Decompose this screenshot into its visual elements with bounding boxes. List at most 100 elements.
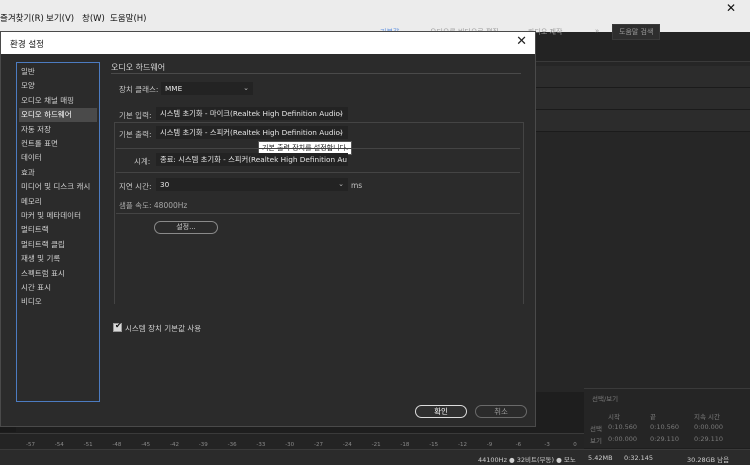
- ruler-tick: -54: [54, 442, 64, 448]
- view-end[interactable]: 0:29.110: [650, 435, 679, 443]
- menu-window[interactable]: 창(W): [82, 12, 105, 24]
- category-item[interactable]: 효과: [19, 166, 97, 180]
- selection-end[interactable]: 0:10.560: [650, 423, 679, 431]
- device-class-value: MME: [165, 84, 183, 93]
- cancel-button[interactable]: 취소: [475, 405, 527, 418]
- ruler-tick: -48: [112, 442, 122, 448]
- ruler-tick: -42: [170, 442, 179, 448]
- ruler-tick: -24: [342, 442, 352, 448]
- status-format: 44100Hz ● 32비트(부동) ● 모노: [478, 456, 576, 464]
- ok-button[interactable]: 확인: [415, 405, 467, 418]
- clock-value: 종료: 시스템 초기화 - 스피커(Realtek High Definitio…: [160, 155, 348, 164]
- latency-label: 지연 시간:: [119, 182, 152, 191]
- ruler-tick: 0: [573, 442, 577, 448]
- chevron-down-icon: ⌄: [338, 180, 344, 188]
- chevron-down-icon: ⌄: [338, 109, 344, 117]
- category-item[interactable]: 미디어 및 디스크 캐시: [19, 180, 97, 194]
- ruler-tick: -45: [141, 442, 151, 448]
- view-start[interactable]: 0:00.000: [608, 435, 637, 443]
- ruler-tick: -21: [371, 442, 381, 448]
- default-output-label: 기본 출력:: [119, 130, 152, 139]
- status-bar: 44100Hz ● 32비트(부동) ● 모노 5.42MB 0:32.145 …: [0, 449, 750, 465]
- category-item[interactable]: 마커 및 메타데이터: [19, 209, 97, 223]
- selection-header-start: 시작: [608, 413, 620, 421]
- latency-select[interactable]: 30 ⌄: [156, 178, 348, 191]
- window-close-icon[interactable]: ✕: [712, 0, 750, 16]
- workspace-overflow-icon[interactable]: »: [595, 27, 599, 35]
- background-row: [536, 66, 750, 88]
- latency-value: 30: [160, 180, 170, 189]
- status-free-space: 30.28GB 남음: [687, 456, 730, 464]
- view-duration[interactable]: 0:29.110: [694, 435, 723, 443]
- dialog-close-icon[interactable]: ✕: [516, 35, 527, 49]
- ruler-tick: -12: [458, 442, 467, 448]
- menu-favorites[interactable]: 즐겨찾기(R): [0, 12, 44, 24]
- default-input-value: 시스템 초기화 - 마이크(Realtek High Definition Au…: [160, 109, 343, 118]
- preferences-dialog: 환경 설정 ✕ 일반 모양 오디오 채널 매핑 오디오 하드웨어 자동 저장 컨트롤 표면…: [0, 31, 536, 427]
- use-system-default-label[interactable]: 시스템 장치 기본값 사용: [125, 323, 201, 334]
- background-row: [536, 110, 750, 132]
- category-item[interactable]: 메모리: [19, 195, 97, 209]
- category-item[interactable]: 멀티트랙 클립: [19, 238, 97, 252]
- category-item[interactable]: 멀티트랙: [19, 223, 97, 237]
- settings-button[interactable]: 설정...: [154, 221, 218, 234]
- sample-rate-text: 샘플 속도: 48000Hz: [119, 201, 188, 210]
- selection-view-panel: 선택/보기 시작 끝 지속 시간 선택 0:10.560 0:10.560 0:…: [584, 388, 750, 448]
- selection-row-label: 선택: [590, 425, 602, 433]
- divider: [116, 148, 520, 149]
- category-item[interactable]: 재생 및 기록: [19, 252, 97, 266]
- ruler-tick: -33: [256, 442, 266, 448]
- default-output-value: 시스템 초기화 - 스피커(Realtek High Definition Au…: [160, 128, 343, 137]
- selection-start[interactable]: 0:10.560: [608, 423, 637, 431]
- dialog-titlebar: 환경 설정 ✕: [1, 32, 535, 54]
- default-output-select[interactable]: 시스템 초기화 - 스피커(Realtek High Definition Au…: [156, 126, 348, 139]
- selection-duration[interactable]: 0:00.000: [694, 423, 723, 431]
- ruler-tick: -30: [285, 442, 295, 448]
- chevron-down-icon: ⌄: [338, 155, 344, 163]
- status-size: 5.42MB: [588, 454, 613, 462]
- default-input-select[interactable]: 시스템 초기화 - 마이크(Realtek High Definition Au…: [156, 107, 348, 120]
- chevron-down-icon: ⌄: [243, 84, 249, 92]
- level-meter-ruler: -57 -54 -51 -48 -45 -42 -39 -36 -33 -30 -27 -24 -21-…: [0, 433, 584, 449]
- help-search-input[interactable]: 도움말 검색: [612, 24, 661, 40]
- ruler-tick: -27: [314, 442, 323, 448]
- section-title: 오디오 하드웨어: [111, 63, 166, 72]
- ruler-tick: -18: [400, 442, 410, 448]
- ruler-tick: -36: [227, 442, 237, 448]
- background-row: [536, 88, 750, 110]
- view-row-label: 보기: [590, 437, 602, 445]
- ruler-tick: -15: [429, 442, 439, 448]
- category-item[interactable]: 시간 표시: [19, 281, 97, 295]
- device-class-select[interactable]: MME ⌄: [161, 82, 253, 95]
- checkmark-icon: ✔: [115, 321, 122, 330]
- ruler-tick: -57: [26, 442, 35, 448]
- dialog-title: 환경 설정: [10, 40, 44, 50]
- ruler-tick: -51: [83, 442, 93, 448]
- category-item[interactable]: 모양: [19, 79, 97, 93]
- category-item[interactable]: 스펙트럼 표시: [19, 267, 97, 281]
- category-list: 일반 모양 오디오 채널 매핑 오디오 하드웨어 자동 저장 컨트롤 표면 데이터 효과 미디어…: [16, 62, 100, 402]
- selection-header-end: 끝: [650, 413, 656, 421]
- category-item[interactable]: 자동 저장: [19, 123, 97, 137]
- category-item[interactable]: 오디오 채널 매핑: [19, 94, 97, 108]
- section-divider: [111, 73, 521, 74]
- category-item[interactable]: 컨트롤 표면: [19, 137, 97, 151]
- use-system-default-checkbox[interactable]: ✔: [113, 321, 122, 332]
- category-item[interactable]: 데이터: [19, 151, 97, 165]
- category-item[interactable]: 비디오: [19, 295, 97, 309]
- category-item[interactable]: 일반: [19, 65, 97, 79]
- menu-view[interactable]: 보기(V): [46, 12, 74, 24]
- category-item[interactable]: 오디오 하드웨어: [19, 108, 97, 123]
- selection-header-duration: 지속 시간: [694, 413, 720, 421]
- ruler-tick: -3: [544, 442, 550, 448]
- latency-unit: ms: [351, 181, 363, 190]
- default-input-label: 기본 입력:: [119, 111, 152, 120]
- divider: [116, 172, 520, 173]
- menu-help[interactable]: 도움말(H): [110, 12, 146, 24]
- selection-panel-title: 선택/보기: [592, 395, 619, 403]
- ruler-tick: -6: [515, 442, 522, 448]
- chevron-down-icon: ⌄: [338, 128, 344, 136]
- ruler-tick: -39: [198, 442, 208, 448]
- clock-select[interactable]: 종료: 시스템 초기화 - 스피커(Realtek High Definitio…: [156, 153, 348, 166]
- clock-label: 시계:: [134, 157, 151, 166]
